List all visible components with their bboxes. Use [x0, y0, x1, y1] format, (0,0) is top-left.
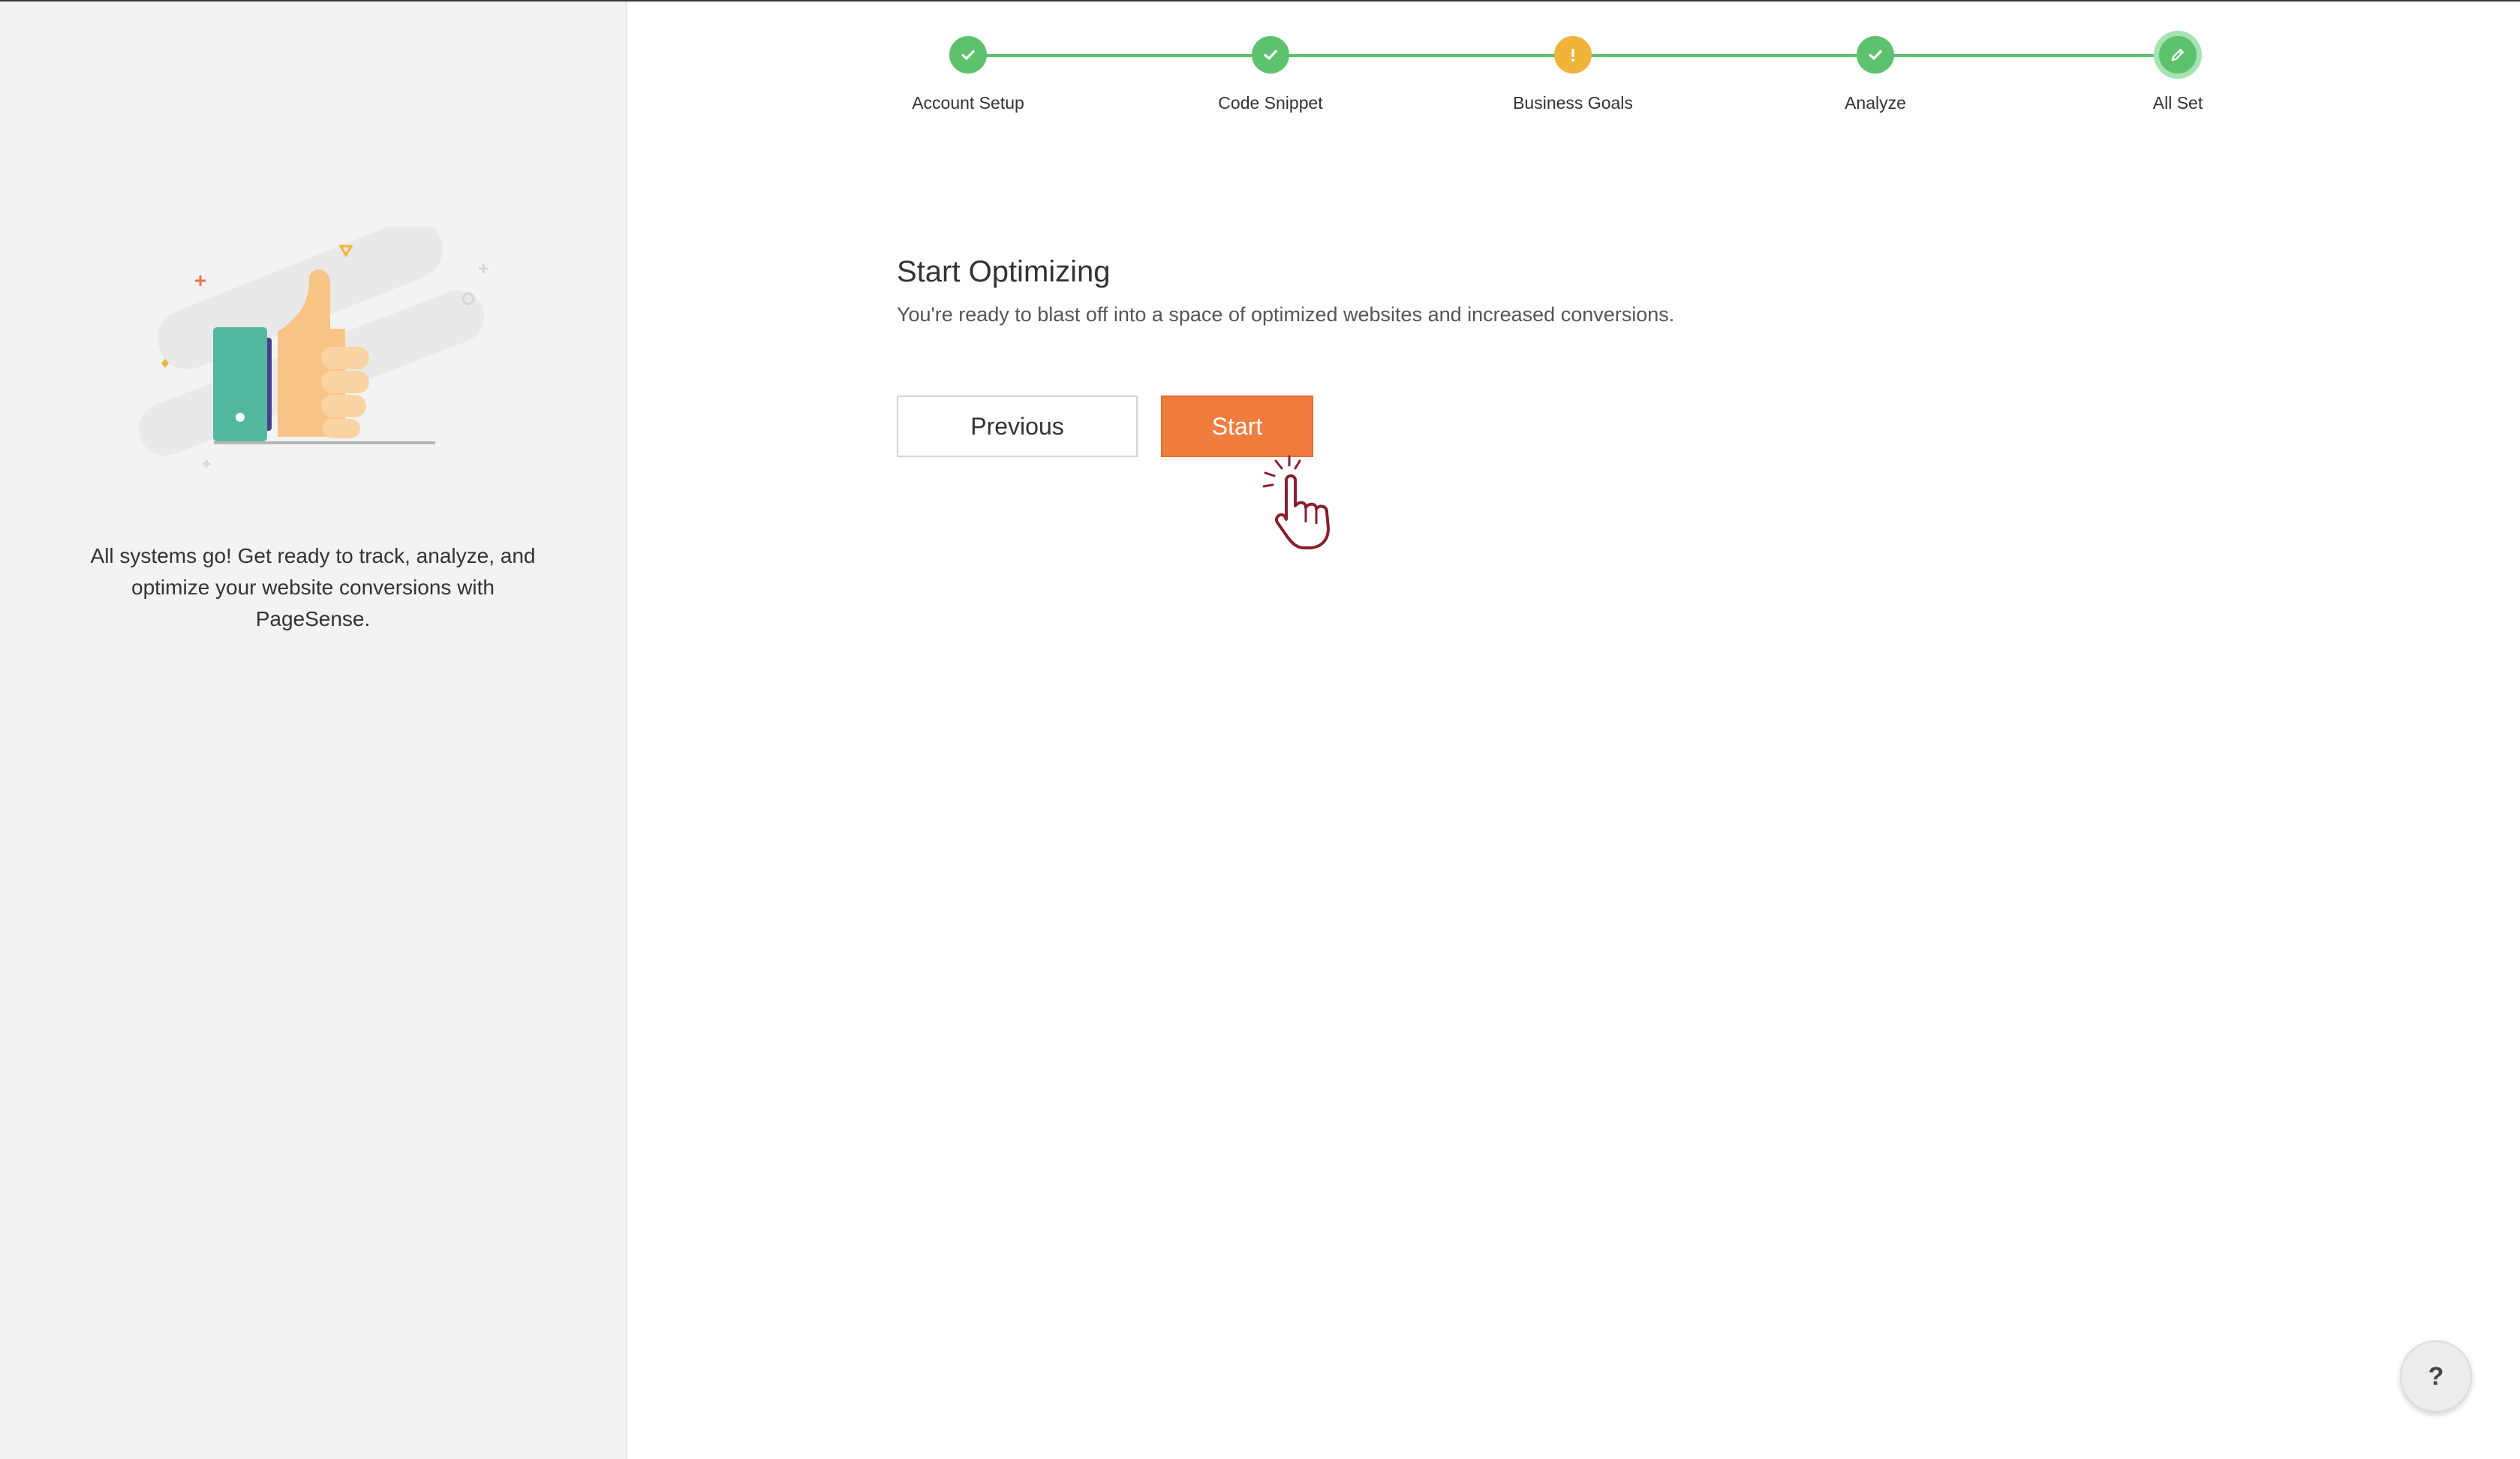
page-title: Start Optimizing — [897, 255, 1111, 288]
exclamation-icon — [1554, 36, 1592, 74]
step-analyze[interactable]: Analyze — [1785, 33, 1965, 113]
step-account-setup[interactable]: Account Setup — [878, 33, 1058, 113]
previous-button[interactable]: Previous — [897, 396, 1138, 457]
sidebar-message: All systems go! Get ready to track, anal… — [90, 544, 536, 630]
step-label: All Set — [2152, 93, 2203, 113]
sidebar-panel: All systems go! Get ready to track, anal… — [0, 2, 627, 1459]
onboarding-stepper: Account Setup Code Snippet Business Goal… — [898, 33, 2226, 123]
pencil-icon — [2159, 36, 2197, 74]
check-icon — [949, 36, 987, 74]
step-label: Account Setup — [912, 93, 1024, 113]
help-button[interactable]: ? — [2400, 1340, 2472, 1412]
step-label: Business Goals — [1513, 93, 1633, 113]
step-label: Code Snippet — [1218, 93, 1323, 113]
hand-pointer-cursor-icon — [1262, 455, 1330, 549]
check-icon — [1857, 36, 1894, 74]
start-button[interactable]: Start — [1161, 396, 1313, 457]
step-business-goals[interactable]: Business Goals — [1483, 33, 1663, 113]
step-all-set[interactable]: All Set — [2088, 33, 2268, 113]
check-icon — [1252, 36, 1289, 74]
page-description: You're ready to blast off into a space o… — [897, 303, 1675, 326]
step-code-snippet[interactable]: Code Snippet — [1180, 33, 1361, 113]
thumbs-up-illustration — [139, 227, 488, 468]
step-label: Analyze — [1845, 93, 1906, 113]
